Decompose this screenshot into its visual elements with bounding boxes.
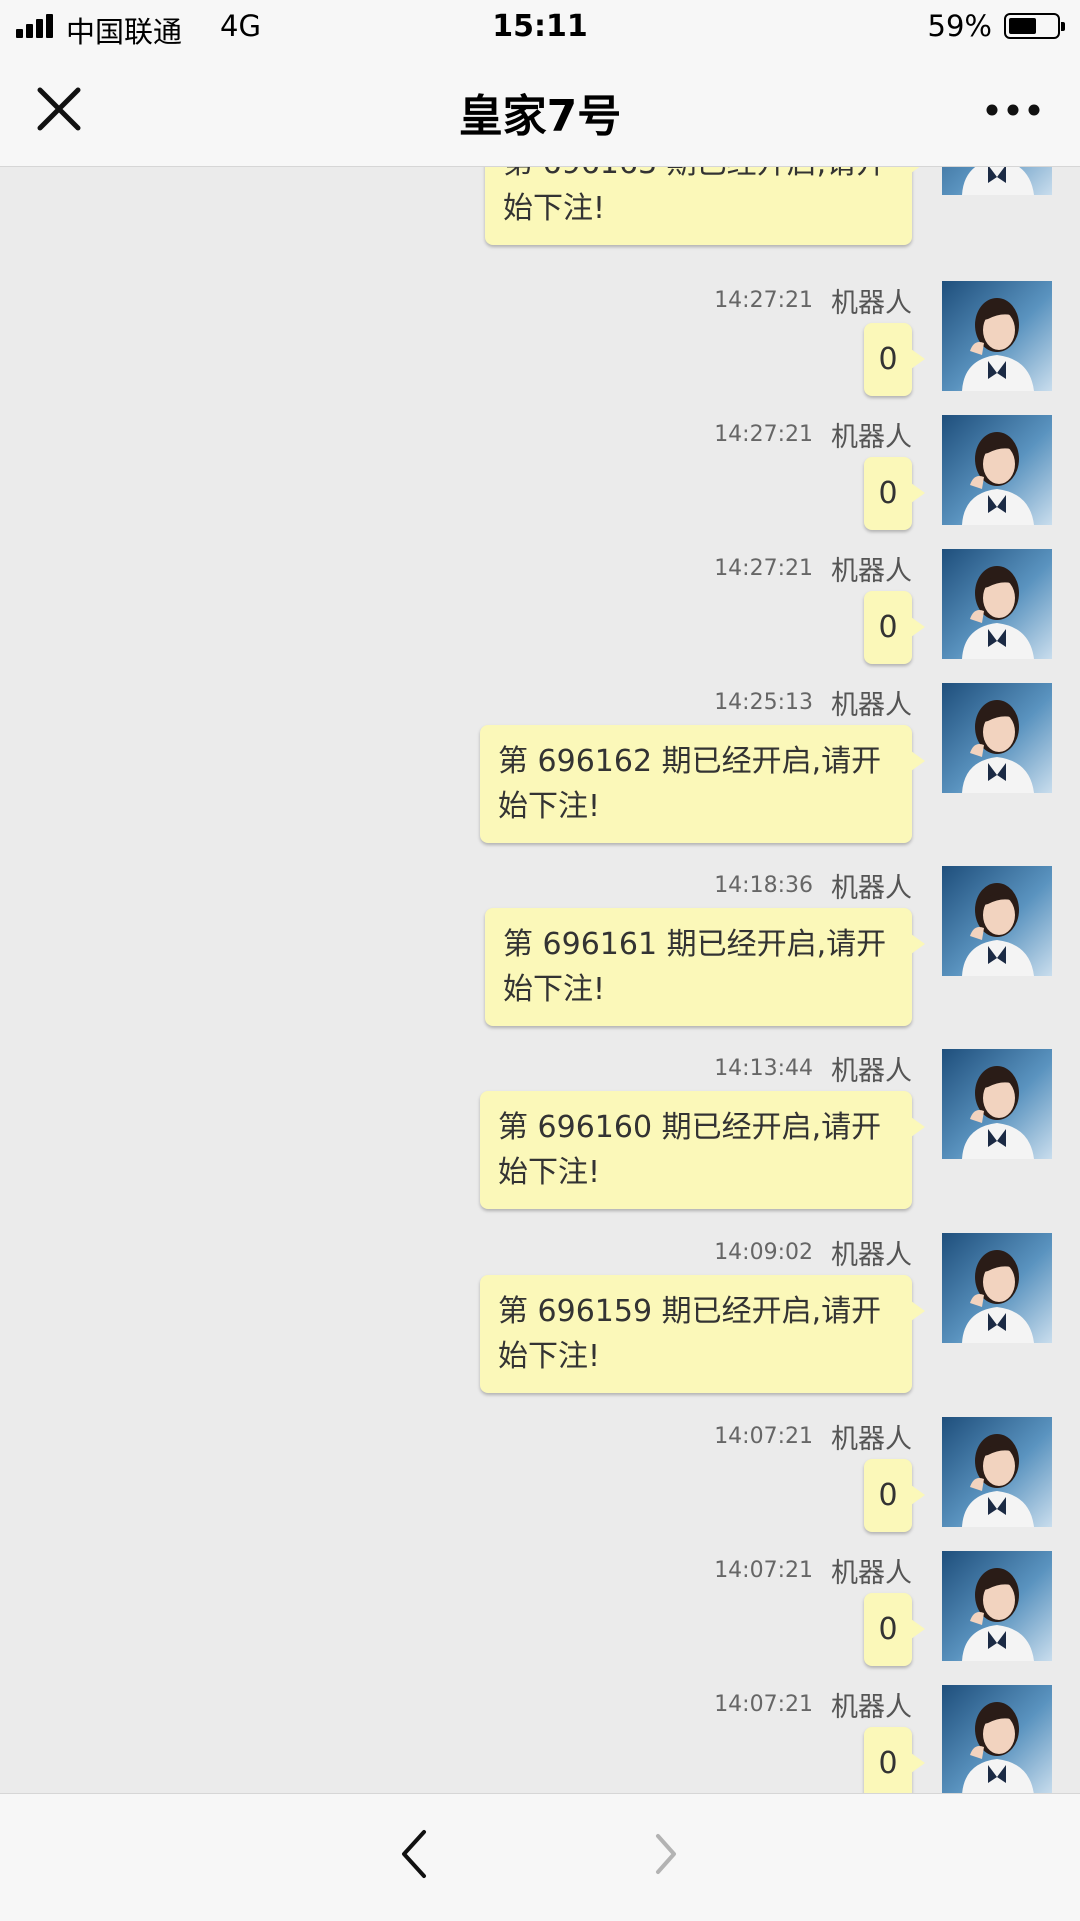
- message-text: 0: [878, 1746, 898, 1781]
- avatar: [942, 167, 1052, 195]
- message-time: 14:07:21: [714, 1424, 813, 1449]
- avatar: [942, 1551, 1052, 1661]
- more-horizontal-icon: [986, 104, 1040, 116]
- avatar: [942, 415, 1052, 525]
- close-button[interactable]: [30, 82, 100, 138]
- message-bubble[interactable]: 0: [864, 1593, 925, 1666]
- sender-name: 机器人: [831, 1240, 912, 1271]
- sender-name: 机器人: [831, 1558, 912, 1589]
- battery-percent: 59%: [927, 9, 992, 43]
- message-text: 0: [878, 1612, 898, 1647]
- sender-name: 机器人: [831, 690, 912, 721]
- chat-message-list[interactable]: 第 696163 期已经开启,请开始下注! 14:27:21 机器人 0 14:2…: [0, 167, 1080, 1793]
- message-text: 第 696161 期已经开启,请开始下注!: [503, 927, 887, 1007]
- sender-name: 机器人: [831, 1424, 912, 1455]
- message-bubble[interactable]: 0: [864, 591, 925, 664]
- message-time: 14:07:21: [714, 1558, 813, 1583]
- message-text: 第 696159 期已经开启,请开始下注!: [498, 1294, 882, 1374]
- sender-name: 机器人: [831, 422, 912, 453]
- message-text: 第 696160 期已经开启,请开始下注!: [498, 1110, 882, 1190]
- sender-name: 机器人: [831, 1692, 912, 1723]
- message-bubble[interactable]: 0: [864, 457, 925, 530]
- message-bubble[interactable]: 第 696162 期已经开启,请开始下注!: [480, 725, 925, 843]
- message-time: 14:07:21: [714, 1692, 813, 1717]
- message-time: 14:25:13: [714, 690, 813, 715]
- avatar: [942, 549, 1052, 659]
- message-time: 14:27:21: [714, 288, 813, 313]
- avatar: [942, 1417, 1052, 1527]
- sender-name: 机器人: [831, 288, 912, 319]
- message-bubble[interactable]: 第 696160 期已经开启,请开始下注!: [480, 1091, 925, 1209]
- sender-name: 机器人: [831, 1056, 912, 1087]
- sender-name: 机器人: [831, 873, 912, 904]
- message-text: 0: [878, 342, 898, 377]
- sender-name: 机器人: [831, 556, 912, 587]
- chevron-right-icon: [656, 1834, 676, 1874]
- chevron-left-icon: [402, 1830, 426, 1878]
- message-bubble[interactable]: 0: [864, 1727, 925, 1793]
- close-icon: [37, 87, 81, 131]
- status-time: 15:11: [492, 9, 588, 44]
- message-bubble[interactable]: 0: [864, 1459, 925, 1532]
- message-bubble[interactable]: 第 696161 期已经开启,请开始下注!: [485, 908, 925, 1026]
- more-button[interactable]: [980, 82, 1050, 138]
- avatar: [942, 281, 1052, 391]
- status-bar: 中国联通 4G 15:11 59%: [0, 0, 1080, 54]
- battery-fill: [1009, 18, 1036, 34]
- avatar: [942, 866, 1052, 976]
- nav-bar: 皇家7号: [0, 54, 1080, 167]
- avatar: [942, 1049, 1052, 1159]
- message-time: 14:27:21: [714, 422, 813, 447]
- message-text: 第 696163 期已经开启,请开始下注!: [503, 167, 886, 226]
- message-bubble[interactable]: 第 696163 期已经开启,请开始下注!: [485, 167, 925, 245]
- page-title: 皇家7号: [458, 91, 622, 142]
- browser-toolbar: [0, 1793, 1080, 1921]
- message-bubble[interactable]: 0: [864, 323, 925, 396]
- avatar: [942, 1685, 1052, 1793]
- message-text: 0: [878, 1478, 898, 1513]
- message-time: 14:09:02: [714, 1240, 813, 1265]
- message-time: 14:18:36: [714, 873, 813, 898]
- message-time: 14:13:44: [714, 1056, 813, 1081]
- forward-button[interactable]: [642, 1824, 692, 1884]
- message-text: 0: [878, 610, 898, 645]
- avatar: [942, 1233, 1052, 1343]
- message-text: 0: [878, 476, 898, 511]
- message-bubble[interactable]: 第 696159 期已经开启,请开始下注!: [480, 1275, 925, 1393]
- message-text: 第 696162 期已经开启,请开始下注!: [498, 744, 882, 824]
- avatar: [942, 683, 1052, 793]
- back-button[interactable]: [390, 1824, 440, 1884]
- message-time: 14:27:21: [714, 556, 813, 581]
- battery-icon: [1004, 13, 1065, 39]
